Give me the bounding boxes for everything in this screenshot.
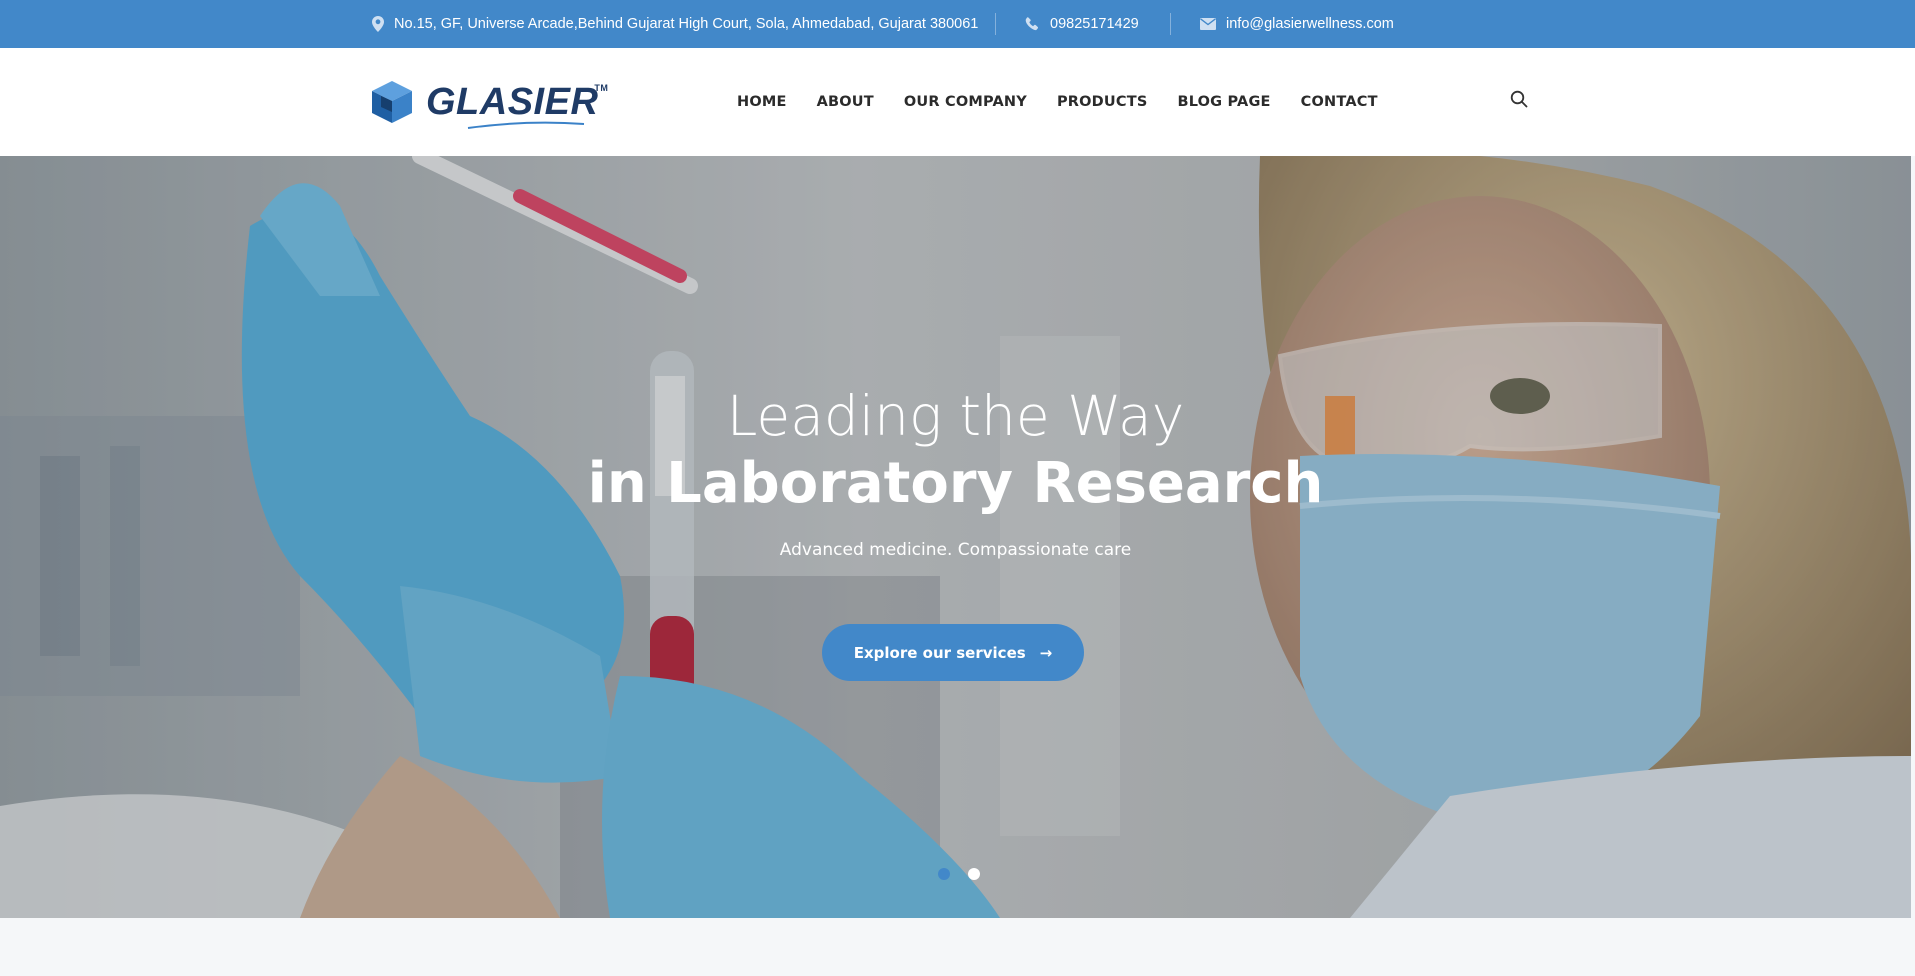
nav-home[interactable]: HOME [737,94,787,110]
logo-wordmark: GLASIER TM [426,80,608,129]
email-text[interactable]: info@glasierwellness.com [1226,16,1394,32]
search-icon [1510,90,1528,108]
phone-item[interactable]: 09825171429 [1025,0,1139,48]
address-text: No.15, GF, Universe Arcade,Behind Gujara… [394,16,979,32]
nav-products[interactable]: PRODUCTS [1057,94,1148,110]
address-item: No.15, GF, Universe Arcade,Behind Gujara… [372,0,978,48]
mail-icon [1200,18,1216,30]
phone-icon [1025,16,1039,30]
main-nav: HOME ABOUT OUR COMPANY PRODUCTS BLOG PAG… [737,48,1408,156]
logo-trademark: TM [594,82,609,93]
nav-contact[interactable]: CONTACT [1301,94,1378,110]
top-info-bar: No.15, GF, Universe Arcade,Behind Gujara… [0,0,1915,48]
page-content-start [0,918,1915,976]
nav-about[interactable]: ABOUT [817,94,874,110]
nav-our-company[interactable]: OUR COMPANY [904,94,1027,110]
hero-title-line1: Leading the Way [726,384,1185,448]
slider-dot-1[interactable] [938,868,950,880]
cube-logo-icon [372,81,412,123]
explore-services-label: Explore our services [853,643,1026,662]
divider [995,13,996,35]
hero-overlay [0,156,1911,918]
hero-title-line2: in Laboratory Research [587,451,1324,516]
site-header: GLASIER TM HOME ABOUT OUR COMPANY PRODUC… [0,48,1915,156]
phone-text[interactable]: 09825171429 [1050,16,1139,32]
logo-swoosh-icon [467,121,585,129]
email-item[interactable]: info@glasierwellness.com [1200,0,1394,48]
slider-dot-2[interactable] [968,868,980,880]
hero-slider: Leading the Way in Laboratory Research A… [0,156,1911,918]
search-button[interactable] [1510,90,1530,110]
explore-services-button[interactable]: Explore our services → [822,624,1084,681]
divider [1170,13,1171,35]
logo[interactable]: GLASIER TM [370,78,608,129]
hero-subtitle: Advanced medicine. Compassionate care [779,540,1132,560]
nav-blog-page[interactable]: BLOG PAGE [1177,94,1270,110]
slider-pagination [938,868,998,880]
map-pin-icon [372,16,384,32]
arrow-right-icon: → [1039,643,1053,662]
logo-text: GLASIER [426,80,599,123]
